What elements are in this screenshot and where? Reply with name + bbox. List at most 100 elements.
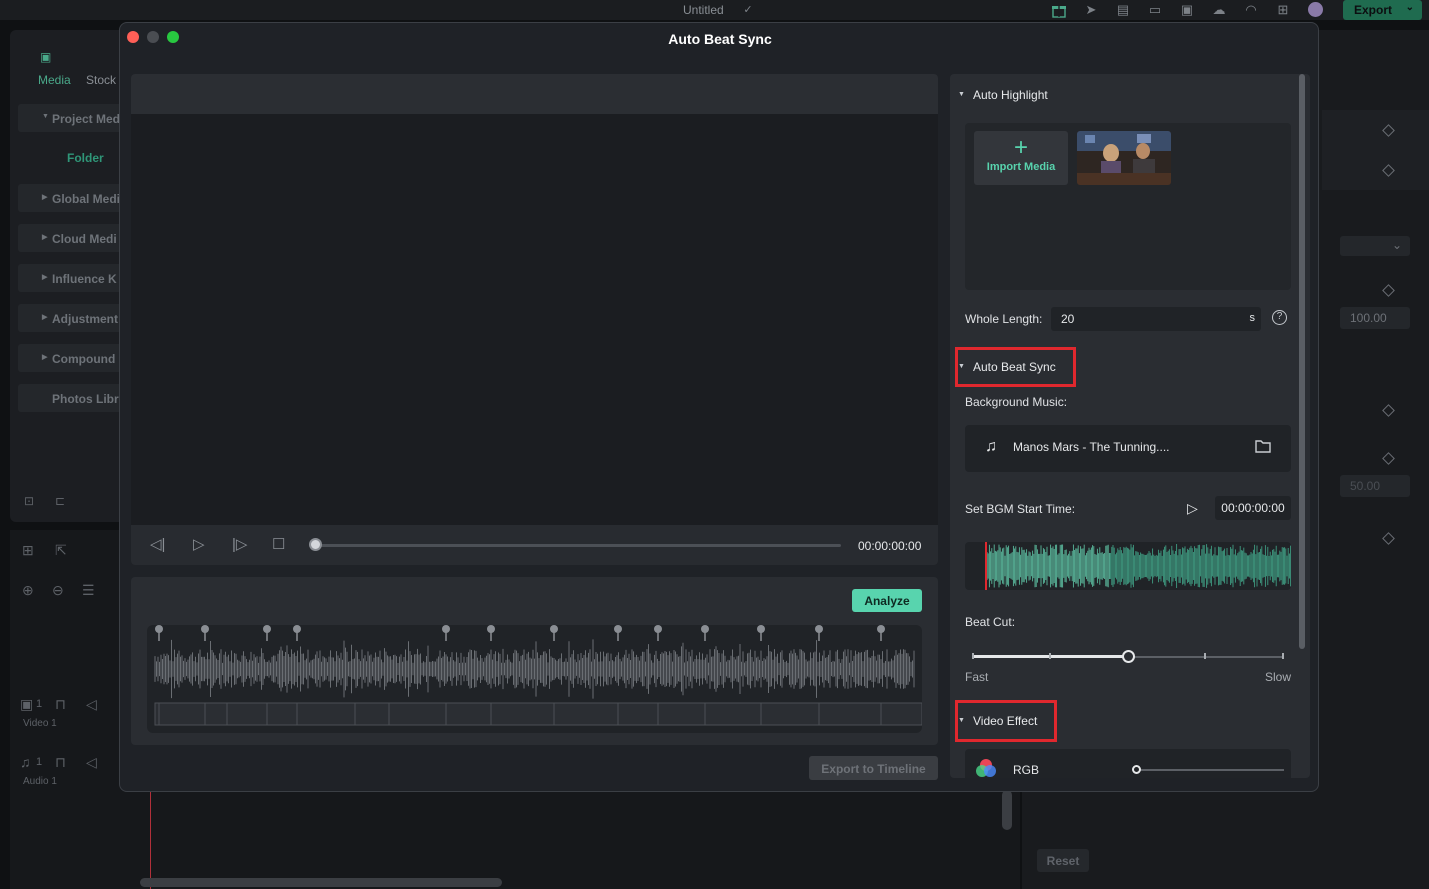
track-badge: 1 <box>36 698 43 710</box>
folder-icon[interactable] <box>1255 439 1271 458</box>
select-tool-icon[interactable]: ⇱ <box>55 542 67 559</box>
expand-icon: ▶ <box>42 274 48 281</box>
section-title-auto-highlight[interactable]: Auto Highlight <box>973 88 1048 102</box>
vertical-scrollbar[interactable] <box>1002 790 1012 830</box>
expand-icon: ▶ <box>42 234 48 241</box>
waveform-path <box>1110 544 1291 588</box>
next-frame-icon[interactable]: |▷ <box>232 536 247 554</box>
section-title-auto-beat-sync[interactable]: Auto Beat Sync <box>973 360 1056 374</box>
play-icon[interactable]: ▷ <box>1187 500 1198 517</box>
reset-button[interactable]: Reset <box>1037 849 1089 872</box>
sidebar-item-label: Adjustment <box>52 312 118 326</box>
effect-slider-track[interactable] <box>1136 769 1284 771</box>
new-folder-icon[interactable]: ⊡ <box>24 494 34 508</box>
tab-stock[interactable]: Stock <box>86 73 116 87</box>
export-to-timeline-button[interactable]: Export to Timeline <box>809 756 938 780</box>
page-icon[interactable]: ▤ <box>1115 2 1131 18</box>
cloud-upload-icon[interactable]: ☁ <box>1211 2 1227 18</box>
play-icon[interactable]: ▷ <box>193 536 205 554</box>
send-icon[interactable]: ➤ <box>1083 2 1099 18</box>
track-label: Audio 1 <box>23 776 57 787</box>
grid-icon[interactable]: ⊞ <box>1275 2 1291 18</box>
layout-grid-icon[interactable]: ⊞ <box>22 542 34 559</box>
collapse-icon[interactable]: ▼ <box>958 717 965 724</box>
save-icon[interactable]: ▣ <box>1179 2 1195 18</box>
stack-icon[interactable]: ☰ <box>82 582 95 599</box>
beat-cut-min-label: Fast <box>965 670 989 684</box>
settings-scrollbar[interactable] <box>1299 74 1305 649</box>
slider-tick <box>1282 653 1284 659</box>
media-thumbnail[interactable] <box>1077 131 1171 185</box>
expand-icon: ▶ <box>42 354 48 361</box>
speaker-icon[interactable]: ◁ <box>86 696 97 713</box>
progress-knob[interactable] <box>309 538 322 551</box>
plus-icon: + <box>1013 134 1028 161</box>
track-label: Video 1 <box>23 718 57 729</box>
background-music-label: Background Music: <box>965 395 1068 409</box>
slider-tick <box>972 653 974 659</box>
lock-icon[interactable]: ⊓ <box>55 754 66 771</box>
dropdown[interactable]: ⌄ <box>1340 236 1410 256</box>
sidebar-item-label: Global Medi <box>52 192 121 206</box>
tab-media[interactable]: Media <box>38 73 71 87</box>
folder-icon[interactable]: ⊏ <box>55 494 65 508</box>
project-title: Untitled <box>683 3 724 17</box>
value-field[interactable]: 50.00 <box>1340 475 1410 497</box>
expand-icon: ▼ <box>42 113 49 120</box>
value-field[interactable]: 100.00 <box>1340 307 1410 329</box>
background-music-field[interactable]: ♫ Manos Mars - The Tunning.... <box>965 425 1291 472</box>
music-waveform[interactable] <box>965 542 1291 590</box>
avatar[interactable] <box>1308 2 1323 17</box>
track-badge: 1 <box>36 756 43 768</box>
expand-icon: ▶ <box>42 194 48 201</box>
bgm-start-label: Set BGM Start Time: <box>965 502 1076 516</box>
progress-track[interactable] <box>321 544 841 547</box>
collapse-icon[interactable]: ▼ <box>958 363 965 370</box>
effect-row[interactable]: RGB <box>965 749 1291 778</box>
unit-label: s <box>1249 312 1256 324</box>
whole-length-input[interactable]: 20 s <box>1051 307 1261 331</box>
headset-icon[interactable]: ◠ <box>1243 2 1259 18</box>
export-button[interactable]: Export ⌄ <box>1343 0 1422 20</box>
effect-slider-knob[interactable] <box>1132 765 1141 774</box>
preview-header <box>131 74 938 114</box>
beat-cut-label: Beat Cut: <box>965 615 1016 629</box>
gift-icon[interactable] <box>1051 2 1067 18</box>
rgb-effect-icon <box>975 757 997 778</box>
stop-icon[interactable]: ☐ <box>272 536 285 554</box>
whole-length-label: Whole Length: <box>965 312 1043 326</box>
playhead[interactable] <box>150 790 151 889</box>
import-media-button[interactable]: + Import Media <box>974 131 1068 185</box>
player-timecode: 00:00:00:00 <box>858 539 922 553</box>
previous-frame-icon[interactable]: ◁| <box>150 536 165 554</box>
horizontal-scrollbar[interactable] <box>140 878 502 887</box>
import-media-label: Import Media <box>986 161 1056 173</box>
sidebar-item-label: Influence K <box>52 272 117 286</box>
beat-analysis-panel: Analyze <box>131 577 938 745</box>
whole-length-value: 20 <box>1061 312 1075 326</box>
collapse-icon[interactable]: ▼ <box>958 91 965 98</box>
expand-icon: ▶ <box>42 314 48 321</box>
lock-icon[interactable]: ⊓ <box>55 696 66 713</box>
help-icon[interactable]: ? <box>1272 310 1287 325</box>
chevron-down-icon: ⌄ <box>1391 238 1402 252</box>
link-icon[interactable]: ⊖ <box>52 582 64 599</box>
analyze-button[interactable]: Analyze <box>852 589 922 612</box>
section-title-video-effect[interactable]: Video Effect <box>973 714 1037 728</box>
sidebar-item-label: Project Med <box>52 112 121 126</box>
beat-waveform[interactable] <box>147 625 922 733</box>
slider-tick <box>1049 653 1051 659</box>
waveform-path <box>154 639 915 699</box>
beat-cut-slider-knob[interactable] <box>1122 650 1135 663</box>
layout-icon[interactable]: ▭ <box>1147 2 1163 18</box>
slider-tick <box>1204 653 1206 659</box>
bgm-start-time-input[interactable]: 00:00:00:00 <box>1215 496 1291 520</box>
settings-panel: ▼ Auto Highlight + Import Media Whole Le… <box>950 74 1310 778</box>
add-track-icon[interactable]: ⊕ <box>22 582 34 599</box>
video-preview: ◁| ▷ |▷ ☐ 00:00:00:00 <box>131 74 938 565</box>
sidebar-item-label: Compound <box>52 352 116 366</box>
waveform-path <box>986 544 1110 588</box>
export-label: Export <box>1354 3 1393 17</box>
speaker-icon[interactable]: ◁ <box>86 754 97 771</box>
folder-label[interactable]: Folder <box>67 151 104 165</box>
